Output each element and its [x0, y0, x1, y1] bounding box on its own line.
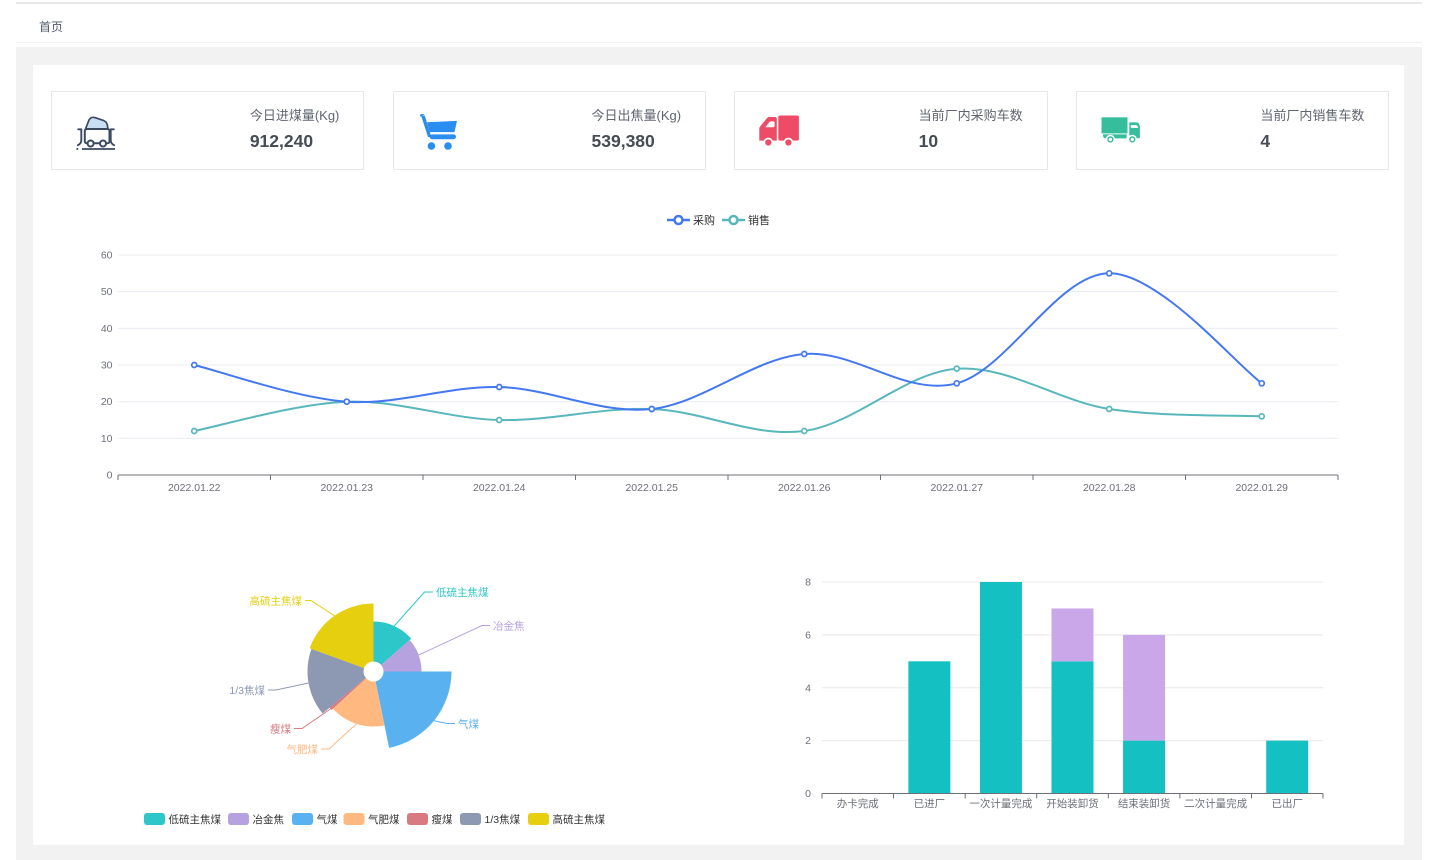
- svg-text:低硫主焦煤: 低硫主焦煤: [169, 813, 222, 826]
- svg-text:2022.01.23: 2022.01.23: [320, 482, 373, 494]
- svg-text:4: 4: [805, 682, 811, 694]
- svg-text:气煤: 气煤: [317, 813, 338, 826]
- svg-text:已进厂: 已进厂: [914, 798, 946, 810]
- svg-text:2022.01.29: 2022.01.29: [1235, 482, 1288, 494]
- svg-text:1/3焦煤: 1/3焦煤: [229, 684, 265, 697]
- svg-text:低硫主焦煤: 低硫主焦煤: [436, 586, 489, 599]
- svg-text:2022.01.25: 2022.01.25: [625, 482, 678, 494]
- svg-text:开始装卸货: 开始装卸货: [1046, 797, 1099, 810]
- svg-text:40: 40: [101, 323, 113, 335]
- svg-text:瘦煤: 瘦煤: [432, 813, 453, 826]
- svg-text:采购: 采购: [693, 213, 715, 227]
- svg-text:30: 30: [101, 360, 113, 372]
- svg-text:已出厂: 已出厂: [1271, 797, 1303, 810]
- svg-text:8: 8: [805, 577, 811, 589]
- svg-text:0: 0: [107, 470, 113, 482]
- svg-text:办卡完成: 办卡完成: [837, 797, 879, 810]
- svg-text:2: 2: [805, 735, 811, 747]
- svg-text:冶金焦: 冶金焦: [253, 813, 285, 826]
- svg-text:2022.01.26: 2022.01.26: [778, 482, 831, 494]
- svg-text:高硫主焦煤: 高硫主焦煤: [250, 595, 303, 608]
- svg-text:气肥煤: 气肥煤: [368, 813, 400, 826]
- svg-text:1/3焦煤: 1/3焦煤: [485, 813, 521, 826]
- svg-text:60: 60: [101, 250, 113, 262]
- svg-text:2022.01.28: 2022.01.28: [1083, 482, 1136, 494]
- svg-text:瘦煤: 瘦煤: [270, 723, 291, 736]
- svg-text:6: 6: [805, 629, 811, 641]
- svg-text:二次计量完成: 二次计量完成: [1184, 797, 1247, 810]
- svg-text:2022.01.27: 2022.01.27: [930, 482, 983, 494]
- svg-text:20: 20: [101, 396, 113, 408]
- svg-text:2022.01.24: 2022.01.24: [473, 482, 526, 494]
- svg-text:一次计量完成: 一次计量完成: [969, 797, 1032, 810]
- svg-text:冶金焦: 冶金焦: [493, 620, 525, 633]
- svg-text:2022.01.22: 2022.01.22: [168, 482, 221, 494]
- svg-text:10: 10: [101, 433, 113, 445]
- svg-text:0: 0: [805, 788, 811, 800]
- svg-text:结束装卸货: 结束装卸货: [1118, 797, 1171, 810]
- svg-text:高硫主焦煤: 高硫主焦煤: [553, 813, 606, 826]
- svg-text:销售: 销售: [748, 213, 770, 227]
- svg-text:气肥煤: 气肥煤: [287, 743, 319, 756]
- svg-text:50: 50: [101, 286, 113, 298]
- svg-text:气煤: 气煤: [458, 718, 479, 731]
